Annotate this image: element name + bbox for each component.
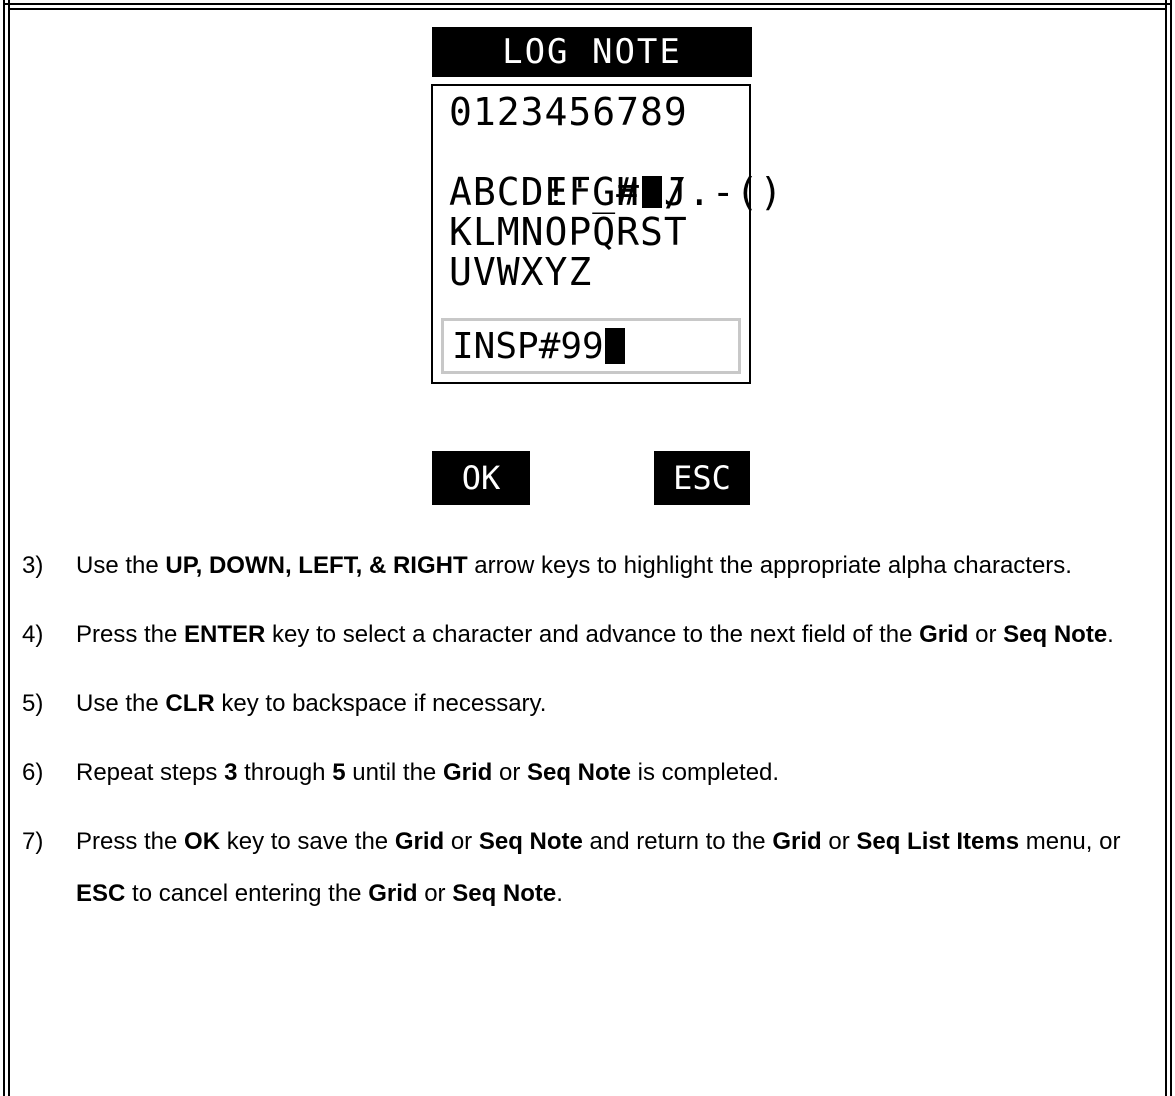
step-text: until the <box>345 759 443 786</box>
step-text: or <box>417 880 453 907</box>
step-text: is completed. <box>631 759 780 786</box>
note-entry-field[interactable]: INSP#99 <box>441 318 741 374</box>
step-keyword: 3 <box>224 759 238 786</box>
char-row-a-j[interactable]: ABCDEFGHIJ <box>449 172 688 212</box>
step-text: . <box>1107 621 1114 648</box>
step-number: 6) <box>22 759 44 786</box>
character-grid: 0123456789 !'_#/.-() ABCDEFGHIJ KLMNOPQR… <box>431 84 782 384</box>
step-item: 6) Repeat steps 3 through 5 until the Gri… <box>22 747 1152 799</box>
step-keyword: ESC <box>76 880 126 907</box>
text-cursor <box>604 328 625 364</box>
note-entry-value: INSP#99 <box>452 326 604 367</box>
step-keyword: Grid <box>368 880 418 907</box>
step-text: menu, or <box>1019 828 1121 855</box>
step-keyword: ENTER <box>184 621 266 648</box>
char-row-u-z[interactable]: UVWXYZ <box>449 252 592 292</box>
step-number: 3) <box>22 552 44 579</box>
esc-button[interactable]: ESC <box>654 451 750 505</box>
step-item: 4) Press the ENTER key to select a charac… <box>22 609 1152 661</box>
step-text: arrow keys to highlight the appropriate … <box>467 552 1072 579</box>
step-keyword: Grid <box>442 759 493 786</box>
step-keyword: Grid <box>919 621 969 648</box>
step-text: or <box>968 621 1004 648</box>
char-row-digits[interactable]: 0123456789 <box>449 92 688 132</box>
screen-title: LOG NOTE <box>432 27 752 77</box>
step-text: Repeat steps <box>76 759 225 786</box>
step-keyword: 5 <box>332 759 346 786</box>
step-number: 4) <box>22 621 44 648</box>
step-number: 5) <box>22 690 44 717</box>
ok-button[interactable]: OK <box>432 451 530 505</box>
step-text: to cancel entering the <box>125 880 369 907</box>
note-entry-text-wrap: INSP#99 <box>452 327 625 367</box>
step-keyword: CLR <box>165 690 215 717</box>
step-keyword: UP, DOWN, LEFT, & RIGHT <box>165 552 468 579</box>
step-keyword: Seq List Items <box>856 828 1020 855</box>
step-text: key to select a character and advance to… <box>265 621 920 648</box>
step-keyword: Grid <box>772 828 822 855</box>
step-text: or <box>444 828 479 855</box>
step-text: Use the <box>76 690 166 717</box>
step-item: 3) Use the UP, DOWN, LEFT, & RIGHT arrow … <box>22 540 1152 592</box>
step-text: Press the <box>76 828 185 855</box>
step-text: . <box>556 880 563 907</box>
step-keyword: Seq Note <box>526 759 631 786</box>
step-number: 7) <box>22 828 44 855</box>
step-keyword: Seq Note <box>452 880 557 907</box>
step-keyword: Seq Note <box>1003 621 1108 648</box>
step-text: key to save the <box>220 828 395 855</box>
step-text: Use the <box>76 552 166 579</box>
step-text: or <box>821 828 857 855</box>
step-text: Press the <box>76 621 185 648</box>
step-keyword: Seq Note <box>478 828 583 855</box>
step-item: 7) Press the OK key to save the Grid or S… <box>22 816 1152 920</box>
instruction-steps: 3) Use the UP, DOWN, LEFT, & RIGHT arrow … <box>22 540 1152 937</box>
step-text: key to backspace if necessary. <box>214 690 547 717</box>
step-text: through <box>237 759 333 786</box>
step-text: or <box>492 759 527 786</box>
step-item: 5) Use the CLR key to backspace if necess… <box>22 678 1152 730</box>
step-text: and return to the <box>582 828 773 855</box>
char-row-k-t[interactable]: KLMNOPQRST <box>449 212 688 252</box>
step-keyword: Grid <box>394 828 445 855</box>
step-keyword: OK <box>184 828 221 855</box>
